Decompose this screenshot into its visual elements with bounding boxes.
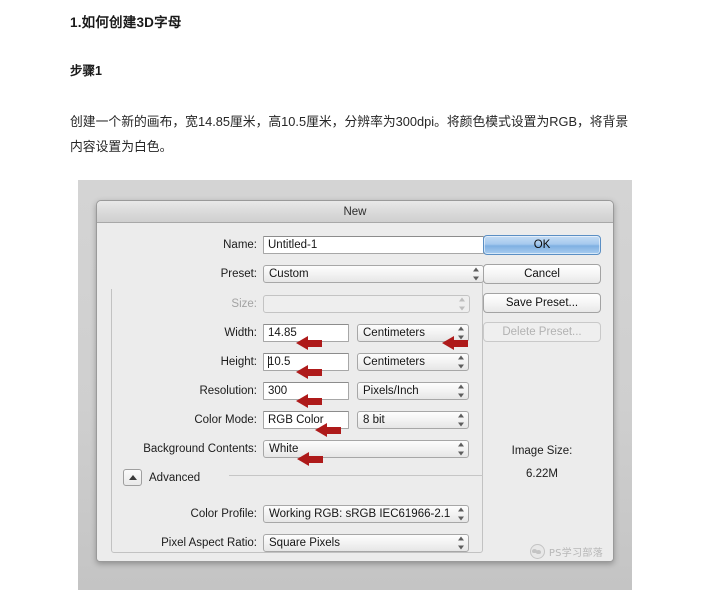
width-input-value: 14.85 <box>268 326 297 339</box>
chevron-updown-icon <box>457 355 464 368</box>
cancel-button[interactable]: Cancel <box>483 264 601 284</box>
ok-button[interactable]: OK <box>483 235 601 255</box>
background-contents-value: White <box>269 442 299 455</box>
name-label: Name: <box>223 238 257 251</box>
preset-label: Preset: <box>220 267 257 280</box>
width-unit-select[interactable]: Centimeters <box>357 323 469 342</box>
chevron-updown-icon <box>457 413 464 426</box>
dialog-body: Name: Untitled-1 Preset: Custom Size: Wi… <box>97 223 613 561</box>
advanced-divider <box>229 475 483 476</box>
watermark: PS学习部落 <box>529 544 603 559</box>
chevron-updown-icon <box>457 384 464 397</box>
color-mode-value: RGB Color <box>268 413 324 426</box>
wechat-logo-icon <box>529 544 545 559</box>
article-body-text: 创建一个新的画布，宽14.85厘米，高10.5厘米，分辨率为300dpi。将颜色… <box>70 114 629 155</box>
delete-preset-button: Delete Preset... <box>483 322 601 342</box>
height-unit-value: Centimeters <box>363 355 425 368</box>
chevron-updown-icon <box>457 442 464 455</box>
pixel-aspect-ratio-value: Square Pixels <box>269 536 340 549</box>
name-input-value: Untitled-1 <box>268 238 318 251</box>
resolution-input[interactable]: 300 <box>263 381 349 400</box>
color-profile-select[interactable]: Working RGB: sRGB IEC61966-2.1 <box>263 504 469 523</box>
pixel-aspect-ratio-select[interactable]: Square Pixels <box>263 533 469 552</box>
triangle-up-icon[interactable] <box>123 469 142 486</box>
resolution-input-value: 300 <box>268 384 288 397</box>
color-mode-select[interactable]: RGB Color <box>263 410 349 429</box>
pixel-aspect-ratio-label: Pixel Aspect Ratio: <box>161 536 257 549</box>
height-input[interactable]: 10.5 <box>263 352 349 371</box>
image-size-value: 6.22M <box>526 468 558 480</box>
name-row: Name: Untitled-1 <box>97 235 484 254</box>
preset-select[interactable]: Custom <box>263 264 484 283</box>
pixel-aspect-ratio-row: Pixel Aspect Ratio: Square Pixels <box>97 533 469 552</box>
step-heading: 步骤1 <box>70 63 102 78</box>
color-profile-row: Color Profile: Working RGB: sRGB IEC6196… <box>97 504 469 523</box>
width-row: Width: 14.85 Centimeters <box>97 323 469 342</box>
chevron-updown-icon <box>457 536 464 549</box>
resolution-unit-value: Pixels/Inch <box>363 384 419 397</box>
screenshot-frame: New Name: Untitled-1 Preset: Custom Size… <box>78 180 632 590</box>
background-contents-label: Background Contents: <box>143 442 257 455</box>
height-input-value: 10.5 <box>268 355 291 368</box>
height-label: Height: <box>220 355 257 368</box>
save-preset-button[interactable]: Save Preset... <box>483 293 601 313</box>
color-depth-select[interactable]: 8 bit <box>357 410 469 429</box>
resolution-label: Resolution: <box>199 384 257 397</box>
chevron-updown-icon <box>457 507 464 520</box>
chevron-updown-icon <box>458 297 465 310</box>
resolution-unit-select[interactable]: Pixels/Inch <box>357 381 469 400</box>
resolution-row: Resolution: 300 Pixels/Inch <box>97 381 469 400</box>
preset-row: Preset: Custom <box>97 264 484 283</box>
color-profile-value: Working RGB: sRGB IEC61966-2.1 <box>269 507 451 520</box>
color-depth-value: 8 bit <box>363 413 385 426</box>
name-input[interactable]: Untitled-1 <box>263 235 484 254</box>
size-select <box>263 294 470 313</box>
dialog-titlebar[interactable]: New <box>97 201 613 223</box>
color-profile-label: Color Profile: <box>190 507 257 520</box>
dialog-title: New <box>343 205 367 218</box>
height-row: Height: 10.5 Centimeters <box>97 352 469 371</box>
width-input[interactable]: 14.85 <box>263 323 349 342</box>
page-title: 1.如何创建3D字母 <box>70 15 182 30</box>
color-mode-label: Color Mode: <box>194 413 257 426</box>
dialog-fields: Name: Untitled-1 Preset: Custom Size: Wi… <box>97 223 497 561</box>
chevron-updown-icon <box>472 267 479 280</box>
article-content: 1.如何创建3D字母 步骤1 创建一个新的画布，宽14.85厘米，高10.5厘米… <box>70 14 650 160</box>
new-document-dialog: New Name: Untitled-1 Preset: Custom Size… <box>96 200 614 562</box>
chevron-updown-icon <box>457 326 464 339</box>
advanced-label: Advanced <box>149 471 201 484</box>
color-mode-row: Color Mode: RGB Color 8 bit <box>97 410 469 429</box>
size-label: Size: <box>231 297 257 310</box>
preset-select-value: Custom <box>269 267 309 280</box>
size-row: Size: <box>97 294 470 313</box>
watermark-text: PS学习部落 <box>548 548 603 559</box>
height-unit-select[interactable]: Centimeters <box>357 352 469 371</box>
background-contents-select[interactable]: White <box>263 439 469 458</box>
image-size-label: Image Size: <box>511 445 573 457</box>
background-contents-row: Background Contents: White <box>97 439 469 458</box>
width-label: Width: <box>224 326 257 339</box>
advanced-section-header[interactable]: Advanced <box>123 468 200 487</box>
width-unit-value: Centimeters <box>363 326 425 339</box>
